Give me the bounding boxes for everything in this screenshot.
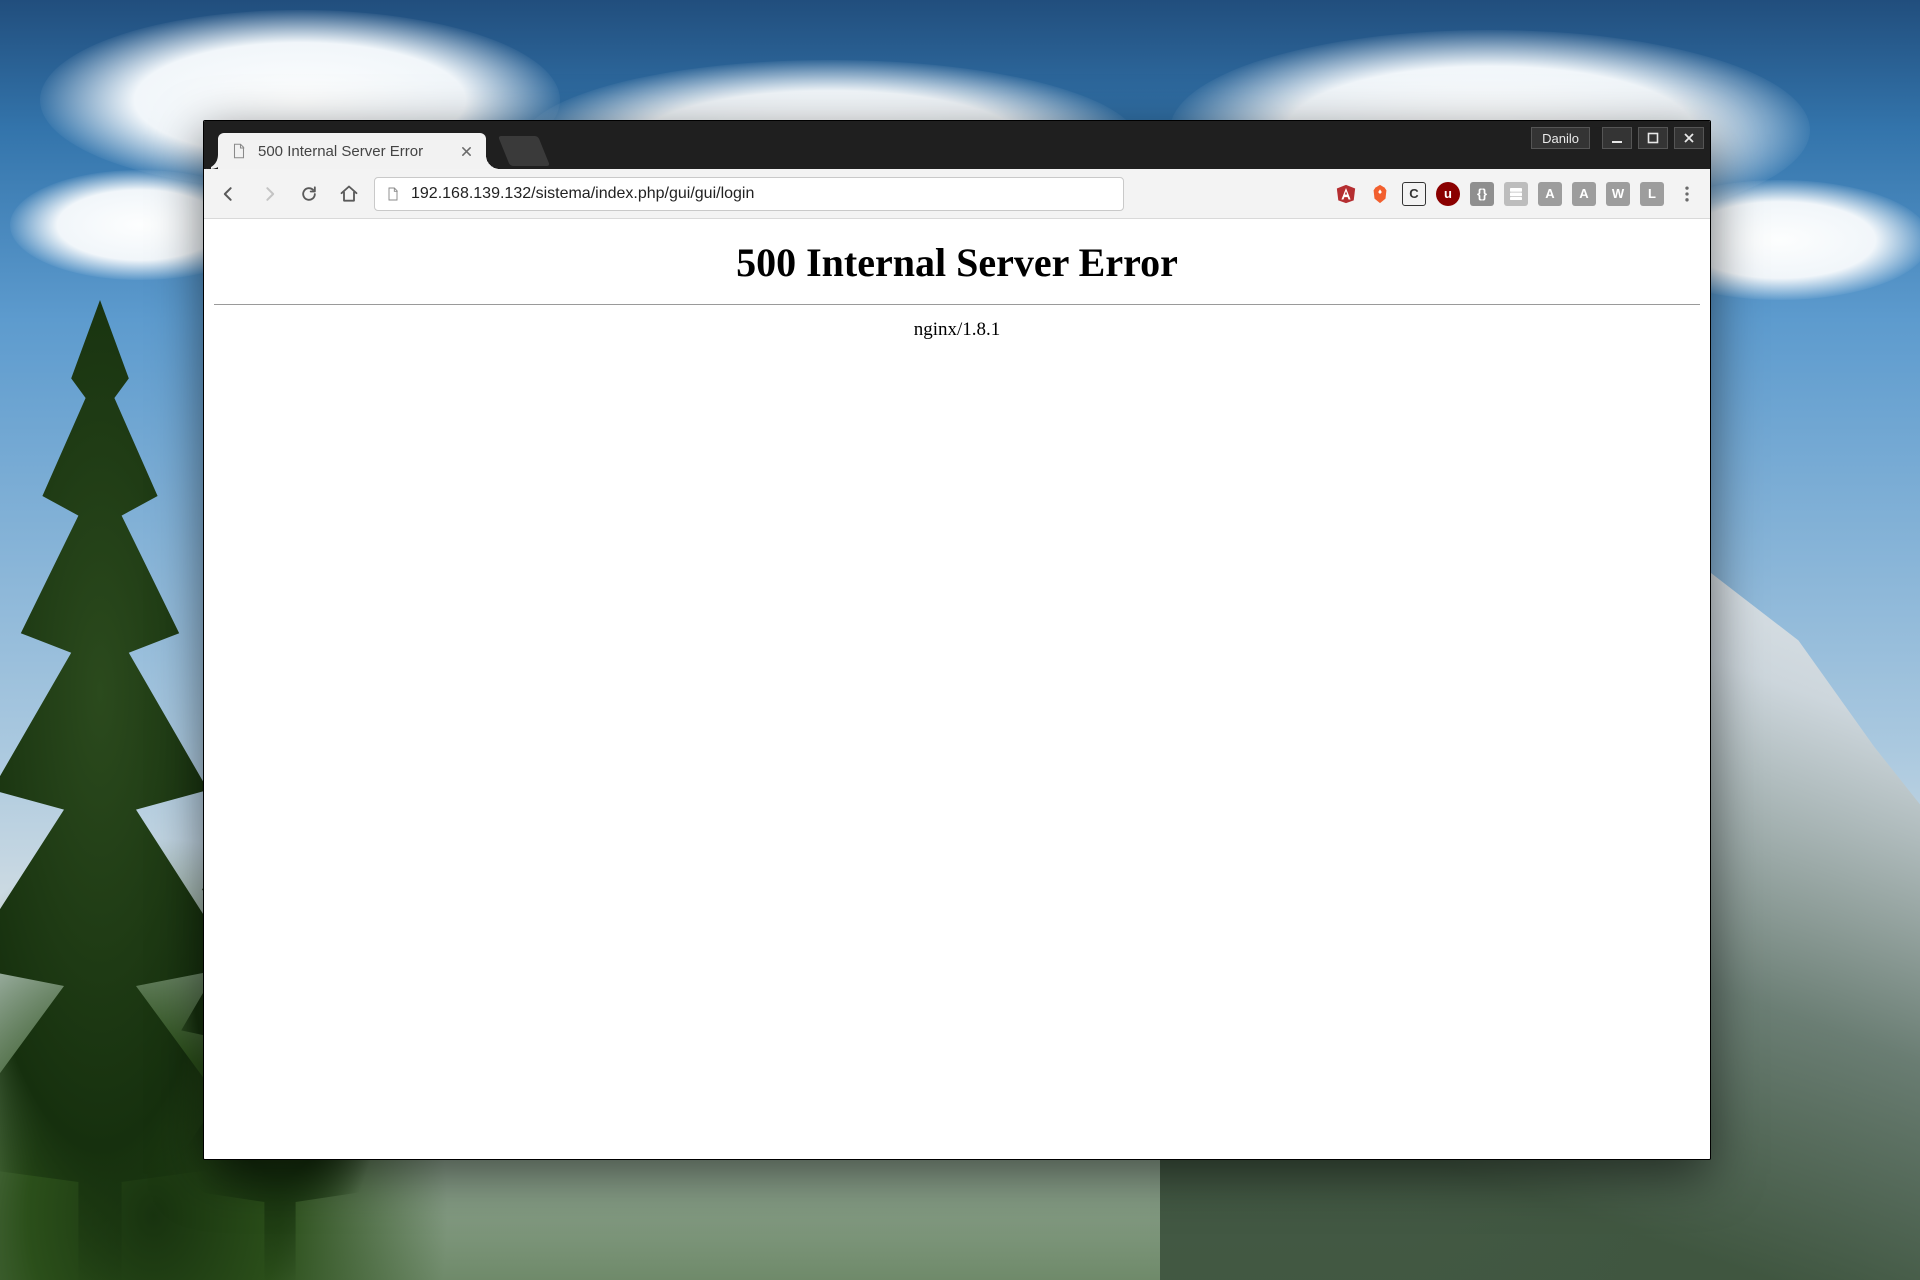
- address-bar[interactable]: [374, 177, 1124, 211]
- close-tab-button[interactable]: [458, 143, 474, 159]
- ublock-icon[interactable]: u: [1436, 182, 1460, 206]
- extensions-row: Cu{}AAWL: [1334, 182, 1664, 206]
- minimize-button[interactable]: [1602, 127, 1632, 149]
- tab-strip: 500 Internal Server Error: [204, 121, 544, 169]
- server-line: nginx/1.8.1: [214, 319, 1700, 341]
- desktop-wallpaper: Danilo 500 Internal Server Err: [0, 0, 1920, 1280]
- divider: [214, 304, 1700, 305]
- window-controls: [1602, 127, 1704, 149]
- profile-name: Danilo: [1542, 131, 1579, 146]
- brave-icon[interactable]: [1368, 182, 1392, 206]
- angular2-icon[interactable]: A: [1538, 182, 1562, 206]
- close-window-button[interactable]: [1674, 127, 1704, 149]
- a-ext-icon[interactable]: A: [1572, 182, 1596, 206]
- url-input[interactable]: [411, 185, 1113, 203]
- error-heading: 500 Internal Server Error: [214, 239, 1700, 286]
- forward-button[interactable]: [254, 179, 284, 209]
- browser-tab[interactable]: 500 Internal Server Error: [218, 133, 486, 169]
- devtools-icon[interactable]: {}: [1470, 182, 1494, 206]
- copy-icon[interactable]: C: [1402, 182, 1426, 206]
- browser-menu-button[interactable]: [1674, 179, 1700, 209]
- page-viewport[interactable]: 500 Internal Server Error nginx/1.8.1: [204, 219, 1710, 1159]
- angular-icon[interactable]: [1334, 182, 1358, 206]
- reload-button[interactable]: [294, 179, 324, 209]
- w-ext-icon[interactable]: W: [1606, 182, 1630, 206]
- tab-title: 500 Internal Server Error: [258, 143, 448, 160]
- profile-chip[interactable]: Danilo: [1531, 127, 1590, 149]
- browser-window: Danilo 500 Internal Server Err: [203, 120, 1711, 1160]
- home-button[interactable]: [334, 179, 364, 209]
- error-page: 500 Internal Server Error nginx/1.8.1: [204, 219, 1710, 355]
- browser-toolbar: Cu{}AAWL: [204, 169, 1710, 219]
- new-tab-button[interactable]: [498, 136, 550, 166]
- storage-icon[interactable]: [1504, 182, 1528, 206]
- browser-titlebar: Danilo 500 Internal Server Err: [204, 121, 1710, 169]
- file-icon: [230, 142, 248, 160]
- site-info-icon[interactable]: [385, 186, 401, 202]
- maximize-button[interactable]: [1638, 127, 1668, 149]
- back-button[interactable]: [214, 179, 244, 209]
- l-ext-icon[interactable]: L: [1640, 182, 1664, 206]
